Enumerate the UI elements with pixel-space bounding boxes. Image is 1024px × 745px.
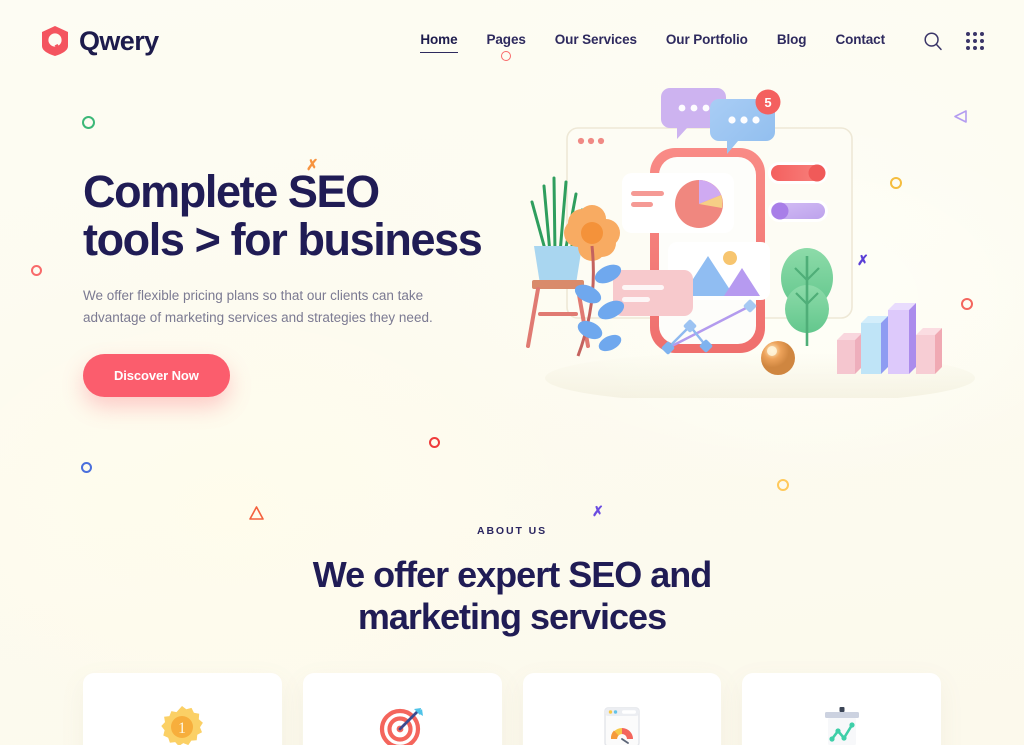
presentation-line-chart-icon [824, 707, 859, 745]
hero-section: Complete SEO tools > for business We off… [83, 166, 533, 397]
grid-menu-icon[interactable] [966, 32, 984, 50]
submenu-indicator-dot [501, 51, 512, 61]
notification-badge: 5 [755, 89, 781, 115]
hero-title-line2: tools > for business [83, 214, 483, 266]
feature-card-3[interactable] [522, 673, 722, 745]
nav-label: Home [420, 32, 458, 47]
sphere [761, 341, 795, 375]
search-icon[interactable] [923, 31, 943, 51]
nav-item-our-services[interactable]: Our Services [555, 32, 637, 50]
notification-count: 5 [764, 95, 771, 110]
landing-page: Qwery Home Pages Our Services Our Portfo… [0, 0, 1024, 745]
feature-card-2[interactable] [302, 673, 502, 745]
about-eyebrow: ABOUT US [476, 525, 548, 537]
nav-item-contact[interactable]: Contact [835, 32, 885, 50]
ring-blue [81, 462, 92, 473]
about-title-line2: marketing services [357, 596, 667, 638]
about-section: ABOUT US We offer expert SEO and marketi… [0, 525, 1024, 638]
nav-item-blog[interactable]: Blog [777, 32, 807, 50]
ring-coral-left [31, 265, 42, 276]
ring-green [82, 116, 95, 129]
x-purple-mid: ✗ [592, 503, 604, 519]
toggle-switch-red [768, 162, 828, 184]
nav-label: Our Portfolio [665, 32, 748, 47]
nav-label: Blog [776, 32, 807, 47]
discover-now-button[interactable]: Discover Now [83, 354, 230, 397]
nav-item-pages[interactable]: Pages [486, 32, 526, 61]
feature-card-4[interactable] [742, 673, 941, 745]
site-header: Qwery Home Pages Our Services Our Portfo… [0, 0, 1024, 82]
tree [781, 248, 833, 346]
hero-title-line1: Complete SEO [83, 166, 380, 217]
feature-cards: 1 [83, 673, 941, 745]
nav-item-our-portfolio[interactable]: Our Portfolio [666, 32, 748, 50]
triangle-orange [249, 506, 264, 520]
main-navigation: Home Pages Our Services Our Portfolio Bl… [420, 32, 885, 61]
about-title: We offer expert SEO and marketing servic… [0, 554, 1024, 638]
ring-yellow-mid [777, 479, 789, 491]
pink-text-card [613, 270, 693, 316]
nav-label: Pages [486, 32, 526, 47]
nav-label: Contact [835, 32, 885, 47]
hero-title: Complete SEO tools > for business [83, 166, 533, 266]
hero-paragraph: We offer flexible pricing plans so that … [83, 288, 433, 326]
bar-chart-blocks [837, 303, 942, 374]
search-glyph [924, 32, 942, 51]
nav-label: Our Services [554, 32, 637, 47]
gold-badge-rank-one-icon: 1 [161, 706, 204, 745]
brand-name: Qwery [79, 25, 159, 56]
about-title-line1: We offer expert SEO and [312, 554, 712, 595]
brand-logo[interactable]: Qwery [40, 25, 159, 57]
qwery-shield-q-icon [42, 26, 68, 56]
target-arrow-icon [380, 708, 424, 745]
pie-chart-card [622, 173, 734, 233]
hero-illustration: 5 [510, 78, 980, 398]
header-tools [923, 31, 984, 51]
browser-gauge-chart-icon [604, 707, 640, 745]
feature-card-1[interactable]: 1 [83, 673, 282, 745]
badge-number: 1 [178, 720, 186, 737]
seo-dashboard-3d-illustration: 5 [526, 88, 975, 398]
nav-item-home[interactable]: Home [420, 32, 458, 53]
ring-red-mid [429, 437, 440, 448]
toggle-switch-purple [768, 200, 828, 222]
